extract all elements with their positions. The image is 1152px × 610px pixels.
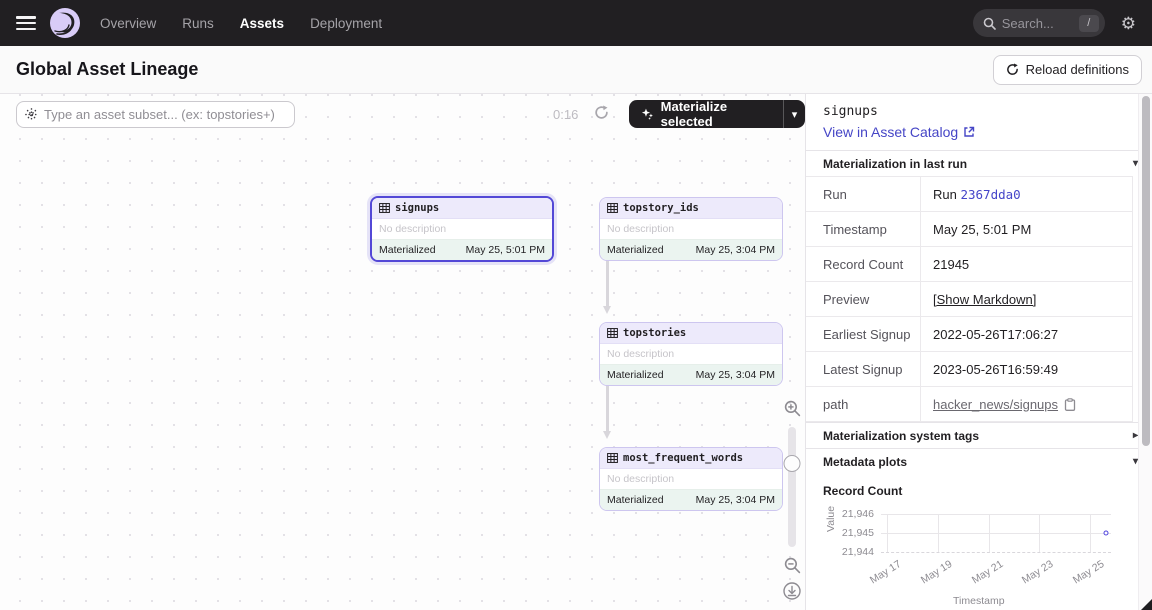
asset-node-topstory-ids[interactable]: topstory_ids No description Materialized…	[599, 197, 783, 261]
asset-description: No description	[600, 344, 782, 364]
zoom-slider-handle[interactable]	[784, 455, 801, 472]
table-icon	[607, 203, 618, 213]
x-tick-label: May 25	[1071, 558, 1107, 586]
asset-detail-sidebar: signups View in Asset Catalog Materializ…	[806, 94, 1152, 610]
asset-description: No description	[600, 219, 782, 239]
chart-y-axis-label: Value	[825, 506, 837, 532]
chart-data-point[interactable]	[1104, 531, 1109, 536]
nav-item-runs[interactable]: Runs	[182, 16, 214, 31]
table-icon	[607, 453, 618, 463]
caret-down-icon: ▾	[792, 108, 798, 121]
asset-description: No description	[372, 219, 552, 239]
record-count-chart: Record Count Value 21,94621,94521,944May…	[806, 474, 1152, 610]
page-header: Global Asset Lineage Reload definitions	[0, 46, 1152, 94]
asset-status: Materialized	[607, 369, 664, 381]
search-placeholder: Search...	[1002, 16, 1073, 31]
x-tick-label: May 23	[1020, 558, 1056, 586]
materialize-options-caret[interactable]: ▾	[783, 100, 805, 128]
section-materialization-in-last-run[interactable]: Materialization in last run ▾	[806, 150, 1152, 176]
asset-lineage-graph[interactable]: 0:16 Materialize selected ▾	[0, 94, 806, 610]
refresh-timer: 0:16	[553, 107, 578, 122]
asset-name: signups	[395, 202, 439, 214]
nav-item-overview[interactable]: Overview	[100, 16, 156, 31]
sparkle-icon	[641, 107, 654, 121]
section-metadata-plots[interactable]: Metadata plots ▾	[806, 448, 1152, 474]
refresh-icon[interactable]	[594, 105, 609, 120]
window-resize-handle[interactable]	[1141, 599, 1152, 610]
settings-gear-icon[interactable]: ⚙	[1121, 15, 1136, 32]
show-markdown-link[interactable]: [Show Markdown]	[933, 292, 1036, 307]
sidebar-scrollbar	[1138, 94, 1152, 610]
asset-timestamp: May 25, 3:04 PM	[696, 494, 775, 506]
view-in-asset-catalog-link[interactable]: View in Asset Catalog	[823, 124, 975, 140]
x-tick-label: May 21	[969, 558, 1005, 586]
sidebar-scrollbar-thumb[interactable]	[1142, 96, 1150, 446]
x-tick-label: May 19	[919, 558, 955, 586]
top-navbar: Overview Runs Assets Deployment Search..…	[0, 0, 1152, 46]
detail-row-timestamp: Timestamp May 25, 5:01 PM	[806, 212, 1132, 247]
global-search-input[interactable]: Search... /	[973, 9, 1105, 37]
table-icon	[607, 328, 618, 338]
detail-row-path: path hacker_news/signups	[806, 387, 1132, 422]
detail-row-latest-signup: Latest Signup 2023-05-26T16:59:49	[806, 352, 1132, 387]
asset-status: Materialized	[607, 494, 664, 506]
y-tick-label: 21,945	[842, 527, 881, 539]
materialize-selected-button-group: Materialize selected ▾	[629, 100, 805, 128]
copy-clipboard-icon[interactable]	[1064, 398, 1076, 411]
reload-definitions-button[interactable]: Reload definitions	[993, 55, 1142, 85]
edge-topstories-to-most-frequent-words	[606, 381, 609, 431]
section-materialization-system-tags[interactable]: Materialization system tags ▸	[806, 422, 1152, 448]
detail-row-record-count: Record Count 21945	[806, 247, 1132, 282]
run-id-link[interactable]: 2367dda0	[960, 187, 1020, 202]
detail-row-run: Run Run 2367dda0	[806, 177, 1132, 212]
y-tick-label: 21,946	[842, 508, 881, 520]
asset-timestamp: May 25, 5:01 PM	[466, 244, 545, 256]
materialize-selected-button[interactable]: Materialize selected	[629, 100, 783, 128]
external-link-icon	[963, 126, 975, 138]
asset-description: No description	[600, 469, 782, 489]
asset-selector-icon	[25, 108, 38, 121]
reload-icon	[1006, 63, 1019, 76]
chart-plot-area[interactable]: 21,94621,94521,944May 17May 19May 21May …	[881, 514, 1111, 552]
asset-subset-input[interactable]	[44, 107, 286, 122]
page-title: Global Asset Lineage	[16, 59, 198, 80]
path-link[interactable]: hacker_news/signups	[933, 397, 1058, 412]
zoom-slider[interactable]	[788, 427, 796, 547]
materialization-detail-table: Run Run 2367dda0 Timestamp May 25, 5:01 …	[806, 176, 1133, 422]
asset-timestamp: May 25, 3:04 PM	[696, 244, 775, 256]
asset-subset-input-wrap	[16, 101, 295, 128]
asset-node-most-frequent-words[interactable]: most_frequent_words No description Mater…	[599, 447, 783, 511]
asset-name: topstories	[623, 327, 686, 339]
x-tick-label: May 17	[868, 558, 904, 586]
recenter-graph-icon[interactable]	[783, 582, 801, 600]
hamburger-menu-icon[interactable]	[16, 16, 36, 30]
edge-topstory-ids-to-topstories	[606, 256, 609, 306]
asset-name: topstory_ids	[623, 202, 699, 214]
graph-zoom-controls	[780, 400, 804, 600]
search-shortcut-badge: /	[1079, 15, 1099, 32]
primary-nav: Overview Runs Assets Deployment	[100, 16, 382, 31]
chart-x-axis-label: Timestamp	[953, 595, 1005, 607]
zoom-out-icon[interactable]	[784, 557, 801, 574]
nav-item-assets[interactable]: Assets	[240, 16, 284, 31]
search-icon	[983, 17, 996, 30]
dagster-logo-icon[interactable]	[50, 8, 80, 38]
asset-status: Materialized	[607, 244, 664, 256]
chart-title: Record Count	[823, 484, 1152, 498]
table-icon	[379, 203, 390, 213]
zoom-in-icon[interactable]	[784, 400, 801, 417]
detail-row-preview: Preview [Show Markdown]	[806, 282, 1132, 317]
asset-name: most_frequent_words	[623, 452, 743, 464]
nav-item-deployment[interactable]: Deployment	[310, 16, 382, 31]
asset-timestamp: May 25, 3:04 PM	[696, 369, 775, 381]
sidebar-asset-name: signups	[823, 104, 1135, 119]
asset-node-signups[interactable]: signups No description Materialized May …	[370, 196, 554, 262]
y-tick-label: 21,944	[842, 546, 881, 558]
asset-node-topstories[interactable]: topstories No description Materialized M…	[599, 322, 783, 386]
asset-status: Materialized	[379, 244, 436, 256]
detail-row-earliest-signup: Earliest Signup 2022-05-26T17:06:27	[806, 317, 1132, 352]
